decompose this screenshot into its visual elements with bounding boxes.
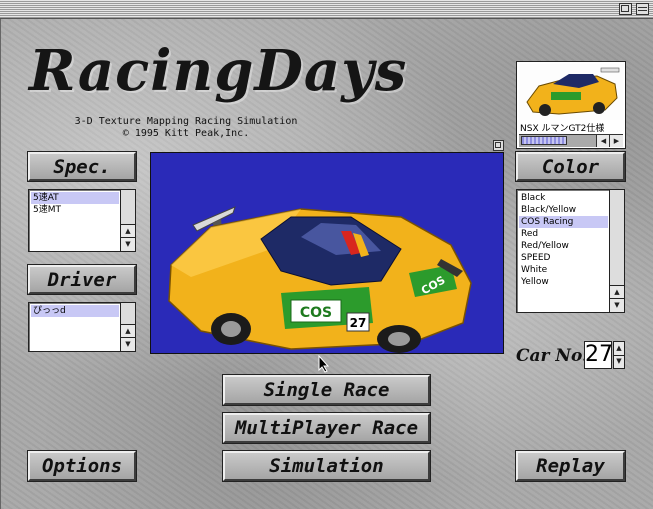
options-button[interactable]: Options — [27, 450, 137, 482]
color-list-item[interactable]: Black — [519, 192, 608, 204]
simulation-button[interactable]: Simulation — [222, 450, 431, 482]
subtitle: 3-D Texture Mapping Racing Simulation © … — [61, 116, 311, 140]
color-list-item[interactable]: Black/Yellow — [519, 204, 608, 216]
color-list[interactable]: Black Black/Yellow COS Racing Red Red/Yellow… — [516, 189, 625, 313]
single-race-button[interactable]: Single Race — [222, 374, 431, 406]
car-select-scrollbar[interactable]: ◀ ▶ — [519, 134, 623, 147]
car-preview[interactable]: COS 27 COS — [150, 152, 504, 354]
zoom-box-icon[interactable] — [619, 3, 632, 15]
preview-resize-icon[interactable] — [493, 140, 504, 151]
spec-list-scrollbar[interactable]: ▲ ▼ — [120, 190, 135, 251]
spec-list-item[interactable]: 5速AT — [31, 192, 119, 204]
increment-arrow-icon[interactable]: ▲ — [614, 342, 624, 356]
color-list-item[interactable]: SPEED — [519, 252, 608, 264]
driver-list[interactable]: ぴっっd ▲ ▼ — [28, 302, 136, 352]
scroll-left-arrow-icon[interactable]: ◀ — [596, 135, 610, 147]
spec-list[interactable]: 5速AT 5速MT ▲ ▼ — [28, 189, 136, 252]
scroll-up-arrow-icon[interactable]: ▲ — [121, 224, 135, 238]
color-list-scrollbar[interactable]: ▲ ▼ — [609, 190, 624, 312]
app-logo: RacingDays — [29, 38, 408, 104]
color-list-item[interactable]: White — [519, 264, 608, 276]
scroll-right-arrow-icon[interactable]: ▶ — [609, 135, 623, 147]
scroll-up-arrow-icon[interactable]: ▲ — [610, 285, 624, 299]
multiplayer-race-button[interactable]: MultiPlayer Race — [222, 412, 431, 444]
car-thumbnail-caption: NSX ルマンGT2仕様 — [520, 124, 605, 134]
driver-list-scrollbar[interactable]: ▲ ▼ — [120, 303, 135, 351]
color-list-item[interactable]: COS Racing — [519, 216, 608, 228]
main-panel: RacingDays 3-D Texture Mapping Racing Si… — [0, 19, 653, 509]
car-number-stepper[interactable]: ▲ ▼ — [613, 341, 625, 369]
collapse-box-icon[interactable] — [636, 3, 649, 15]
driver-button[interactable]: Driver — [27, 264, 137, 295]
window-titlebar[interactable] — [0, 0, 653, 19]
subtitle-line-2: © 1995 Kitt Peak,Inc. — [122, 128, 250, 139]
livery-text: COS — [300, 305, 332, 321]
color-list-item[interactable]: Red/Yellow — [519, 240, 608, 252]
scroll-down-arrow-icon[interactable]: ▼ — [121, 337, 135, 351]
mouse-cursor-icon — [318, 354, 330, 377]
decal-number: 27 — [350, 316, 367, 330]
car-thumbnail-panel: NSX ルマンGT2仕様 ◀ ▶ — [516, 61, 626, 149]
decrement-arrow-icon[interactable]: ▼ — [614, 355, 624, 368]
car-number-field[interactable]: 27 — [584, 341, 613, 369]
scroll-thumb[interactable] — [521, 136, 567, 145]
car-preview-image: COS 27 COS — [168, 206, 472, 353]
subtitle-line-1: 3-D Texture Mapping Racing Simulation — [74, 116, 298, 127]
scroll-up-arrow-icon[interactable]: ▲ — [121, 324, 135, 338]
scroll-down-arrow-icon[interactable]: ▼ — [121, 237, 135, 251]
car-number-label: Car No. — [516, 346, 588, 366]
scroll-down-arrow-icon[interactable]: ▼ — [610, 298, 624, 312]
spec-list-item[interactable]: 5速MT — [31, 204, 119, 216]
driver-list-item[interactable]: ぴっっd — [31, 305, 119, 317]
color-button[interactable]: Color — [515, 151, 626, 182]
spec-button[interactable]: Spec. — [27, 151, 137, 182]
replay-button[interactable]: Replay — [515, 450, 626, 482]
car-thumbnail-image — [519, 64, 623, 120]
color-list-item[interactable]: Red — [519, 228, 608, 240]
color-list-item[interactable]: Yellow — [519, 276, 608, 288]
